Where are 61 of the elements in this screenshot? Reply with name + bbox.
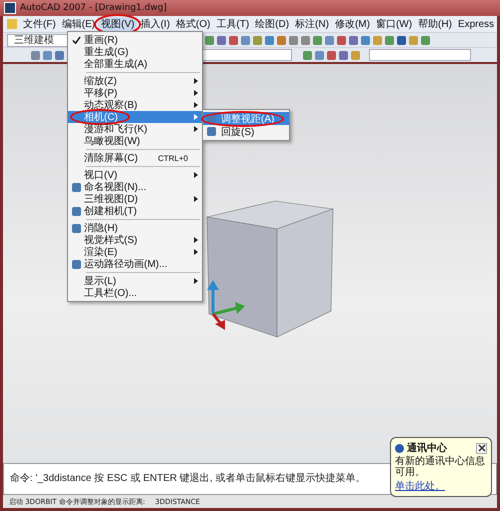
notification-link[interactable]: 单击此处。 xyxy=(395,479,487,493)
menu-item-label: 重画(R) xyxy=(84,34,118,46)
menu-item-label: 漫游和飞行(K) xyxy=(84,122,148,136)
notification-title: 通讯中心 xyxy=(407,441,447,455)
highlight-ellipse xyxy=(70,109,130,125)
menu-item-label: 调整视距(A) xyxy=(221,112,274,126)
menu-item[interactable]: 重生成(G) xyxy=(68,46,202,58)
menu-item[interactable]: 全部重生成(A) xyxy=(68,58,202,70)
menu-item-label: 清除屏幕(C) xyxy=(84,152,138,165)
menu-item[interactable]: 命名视图(N)... xyxy=(68,181,202,193)
menu-title[interactable]: 帮助(H) xyxy=(415,16,455,32)
menu-item-label: 回旋(S) xyxy=(221,126,254,138)
view-dropdown[interactable] xyxy=(369,49,471,61)
menu-item[interactable]: 清除屏幕(C) CTRL+0 xyxy=(68,152,202,164)
menu-item-label: 相机(C) xyxy=(84,110,118,124)
menu-item[interactable]: 渲染(E) xyxy=(68,246,202,258)
menu-item-label: 缩放(Z) xyxy=(84,74,117,88)
menu-item-label: 视觉样式(S) xyxy=(84,234,138,246)
window-title: AutoCAD 2007 - [Drawing1.dwg] xyxy=(20,3,167,13)
menu-item[interactable]: 回旋(S) xyxy=(203,125,289,138)
menu-item-label: 动态观察(B) xyxy=(84,98,138,112)
menu-item-label: 消隐(H) xyxy=(84,222,118,234)
layer-dropdown[interactable] xyxy=(200,49,292,61)
menu-item[interactable]: 缩放(Z) xyxy=(68,75,202,87)
menu-title[interactable]: Express xyxy=(454,16,498,32)
menu-item[interactable]: 视觉样式(S) xyxy=(68,234,202,246)
menu-item-label: 三维视图(D) xyxy=(84,192,138,206)
menu-item-label: 显示(L) xyxy=(84,275,116,288)
menu-item[interactable]: 工具栏(O)... xyxy=(68,287,202,299)
menu-item-label: 命名视图(N)... xyxy=(84,180,146,194)
menu-item[interactable]: 创建相机(T) xyxy=(68,205,202,217)
menu-item[interactable]: 显示(L) xyxy=(68,275,202,287)
menu-title[interactable]: 编辑(E) xyxy=(58,16,98,32)
menu-title[interactable]: 绘图(D) xyxy=(252,16,292,32)
menu-title[interactable]: 修改(M) xyxy=(332,16,373,32)
menu-item-label: 视口(V) xyxy=(84,168,118,182)
info-icon xyxy=(395,444,404,452)
command-prompt: 命令: '_3ddistance 按 ESC 或 ENTER 键退出, 或者单击鼠标右键显示快捷菜单。 xyxy=(10,473,366,484)
menu-item-label: 重生成(G) xyxy=(84,46,128,58)
shortcut-label: CTRL+0 xyxy=(158,154,188,162)
menu-item-label: 运动路径动画(M)... xyxy=(84,258,168,271)
menu-item[interactable]: 漫游和飞行(K) xyxy=(68,123,202,135)
menu-item-label: 平移(P) xyxy=(84,87,118,100)
menu-item[interactable]: 调整视距(A) xyxy=(203,112,289,125)
menu-item[interactable]: 消隐(H) xyxy=(68,222,202,234)
menu-item-label: 全部重生成(A) xyxy=(84,58,148,71)
menu-title[interactable]: 窗口(W) xyxy=(372,16,416,32)
menu-item[interactable]: 运动路径动画(M)... xyxy=(68,258,202,270)
menu-title[interactable]: 工具(T) xyxy=(213,16,252,32)
menu-title[interactable]: 插入(I) xyxy=(137,16,173,32)
menu-item[interactable]: 平移(P) xyxy=(68,87,202,99)
close-button[interactable] xyxy=(476,442,487,454)
menu-title[interactable]: 文件(F) xyxy=(20,16,59,32)
menu-title[interactable]: 格式(O) xyxy=(172,16,214,32)
menu-title[interactable]: 标注(N) xyxy=(292,16,332,32)
menu-item-label: 渲染(E) xyxy=(84,246,118,258)
app-logo-icon xyxy=(4,2,16,14)
menu-item[interactable]: 三维视图(D) xyxy=(68,193,202,205)
menu-item[interactable]: 视口(V) xyxy=(68,169,202,181)
menu-item-label: 创建相机(T) xyxy=(84,204,137,218)
menu-item-label: 工具栏(O)... xyxy=(84,286,137,300)
